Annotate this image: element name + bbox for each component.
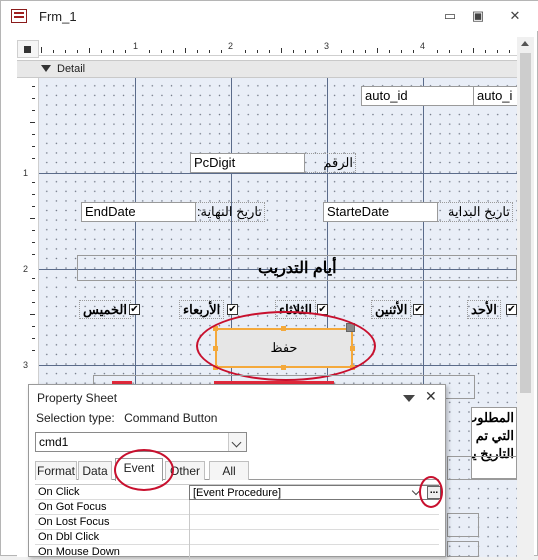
resize-handle[interactable] bbox=[281, 326, 286, 331]
day-label-thursday[interactable]: الخميس bbox=[79, 300, 131, 319]
grid-line bbox=[39, 173, 517, 174]
minimize-button[interactable]: ▭ bbox=[439, 7, 461, 25]
property-row[interactable]: On Dbl Click bbox=[35, 530, 439, 545]
window-title: Frm_1 bbox=[39, 9, 77, 24]
builder-button[interactable]: ... bbox=[427, 486, 441, 499]
pcdigit-textbox[interactable]: PcDigit bbox=[190, 153, 305, 173]
form-selector[interactable] bbox=[17, 40, 39, 58]
day-checkbox-wednesday[interactable]: ✔ bbox=[227, 304, 238, 315]
property-name: On Click bbox=[38, 486, 80, 498]
tab-data[interactable]: Data bbox=[78, 461, 112, 480]
section-arrow-icon bbox=[41, 65, 51, 72]
ruler-number: 3 bbox=[23, 360, 29, 370]
property-name: On Dbl Click bbox=[38, 531, 100, 543]
sheet-close-button[interactable]: ✕ bbox=[425, 388, 437, 405]
property-value[interactable] bbox=[189, 545, 439, 560]
day-checkbox-monday[interactable]: ✔ bbox=[413, 304, 424, 315]
control-box[interactable] bbox=[447, 541, 479, 557]
training-days-heading-box[interactable]: أيام التدريب bbox=[77, 255, 517, 281]
object-selector[interactable]: cmd1 bbox=[35, 432, 247, 452]
property-value[interactable]: [Event Procedure] bbox=[189, 485, 439, 500]
horizontal-ruler: 1 2 3 4 bbox=[39, 40, 517, 56]
save-command-button[interactable]: حفظ bbox=[215, 328, 353, 368]
property-row[interactable]: On Click [Event Procedure] ... bbox=[35, 485, 441, 500]
close-button[interactable]: ✕ bbox=[504, 7, 526, 25]
resize-handle[interactable] bbox=[213, 326, 218, 331]
day-label-wednesday[interactable]: الأربعاء bbox=[179, 300, 225, 319]
ruler-number: 4 bbox=[420, 41, 426, 51]
pcdigit-label[interactable]: الرقم bbox=[304, 153, 356, 173]
selection-type-label: Selection type: bbox=[36, 411, 115, 425]
vertical-scrollbar[interactable] bbox=[517, 37, 534, 557]
scroll-up-icon[interactable] bbox=[521, 41, 529, 46]
detail-section-bar[interactable]: Detail bbox=[17, 60, 517, 78]
restore-button[interactable]: ▣ bbox=[467, 7, 489, 25]
enddate-textbox[interactable]: EndDate bbox=[81, 202, 196, 222]
resize-handle[interactable] bbox=[281, 365, 286, 370]
property-sheet-title: Property Sheet bbox=[37, 391, 118, 405]
form-icon bbox=[11, 9, 27, 23]
day-checkbox-sunday[interactable]: ✔ bbox=[506, 304, 517, 315]
property-name: On Mouse Down bbox=[38, 546, 120, 558]
ruler-number: 1 bbox=[23, 168, 29, 178]
property-row[interactable]: On Got Focus bbox=[35, 500, 439, 515]
property-row[interactable]: On Mouse Down bbox=[35, 545, 439, 560]
property-row[interactable]: On Lost Focus bbox=[35, 515, 439, 530]
property-value[interactable] bbox=[189, 500, 439, 515]
sheet-menu-icon[interactable] bbox=[403, 395, 415, 402]
ruler-number: 1 bbox=[133, 41, 139, 51]
control-box[interactable] bbox=[447, 456, 517, 480]
chevron-down-icon[interactable] bbox=[228, 433, 246, 451]
object-selector-value: cmd1 bbox=[39, 435, 69, 449]
control-box[interactable] bbox=[447, 513, 479, 537]
instructions-line: المطلوب عن bbox=[472, 410, 514, 425]
instructions-line: التي تم تح bbox=[472, 428, 514, 443]
day-label-sunday[interactable]: الأحد bbox=[467, 300, 501, 319]
property-name: On Lost Focus bbox=[38, 516, 110, 528]
tab-event[interactable]: Event bbox=[115, 458, 163, 481]
property-tabs: Format Data Event Other All bbox=[35, 458, 439, 481]
property-value[interactable] bbox=[189, 515, 439, 530]
ruler-number: 2 bbox=[228, 41, 234, 51]
title-bar: Frm_1 ▭ ▣ ✕ bbox=[1, 1, 538, 31]
move-handle[interactable] bbox=[346, 323, 355, 332]
day-label-monday[interactable]: الأثنين bbox=[371, 300, 412, 319]
chevron-down-icon[interactable] bbox=[411, 487, 423, 498]
property-sheet: Property Sheet ✕ Selection type: Command… bbox=[28, 384, 446, 560]
resize-handle[interactable] bbox=[350, 346, 355, 351]
selection-type: Selection type: Command Button bbox=[36, 411, 217, 425]
training-days-heading: أيام التدريب bbox=[258, 260, 337, 277]
property-name: On Got Focus bbox=[38, 501, 107, 513]
ruler-number: 3 bbox=[324, 41, 330, 51]
tab-all[interactable]: All bbox=[209, 461, 249, 480]
resize-handle[interactable] bbox=[213, 346, 218, 351]
day-checkbox-tuesday[interactable]: ✔ bbox=[317, 304, 328, 315]
scroll-thumb[interactable] bbox=[520, 53, 531, 393]
selection-type-value: Command Button bbox=[124, 411, 218, 425]
day-checkbox-thursday[interactable]: ✔ bbox=[129, 304, 140, 315]
resize-handle[interactable] bbox=[350, 365, 355, 370]
auto-id-label[interactable]: auto_i bbox=[473, 86, 517, 106]
property-table: On Click [Event Procedure] ... On Got Fo… bbox=[35, 484, 441, 560]
startdate-label[interactable]: تاريخ البداية bbox=[437, 202, 513, 222]
startdate-textbox[interactable]: StarteDate bbox=[323, 202, 438, 222]
form-design-window: Frm_1 ▭ ▣ ✕ 1 2 3 4 Detail 1 2 3 auto_id… bbox=[0, 0, 538, 560]
resize-handle[interactable] bbox=[213, 365, 218, 370]
enddate-label[interactable]: تاريخ النهاية: bbox=[195, 202, 265, 222]
ruler-number: 2 bbox=[23, 264, 29, 274]
tab-other[interactable]: Other bbox=[165, 461, 205, 480]
auto-id-textbox[interactable]: auto_id bbox=[361, 86, 475, 106]
tab-format[interactable]: Format bbox=[35, 461, 77, 480]
property-value[interactable] bbox=[189, 530, 439, 545]
day-label-tuesday[interactable]: الثلاثاء bbox=[275, 300, 316, 319]
section-label: Detail bbox=[57, 63, 86, 75]
